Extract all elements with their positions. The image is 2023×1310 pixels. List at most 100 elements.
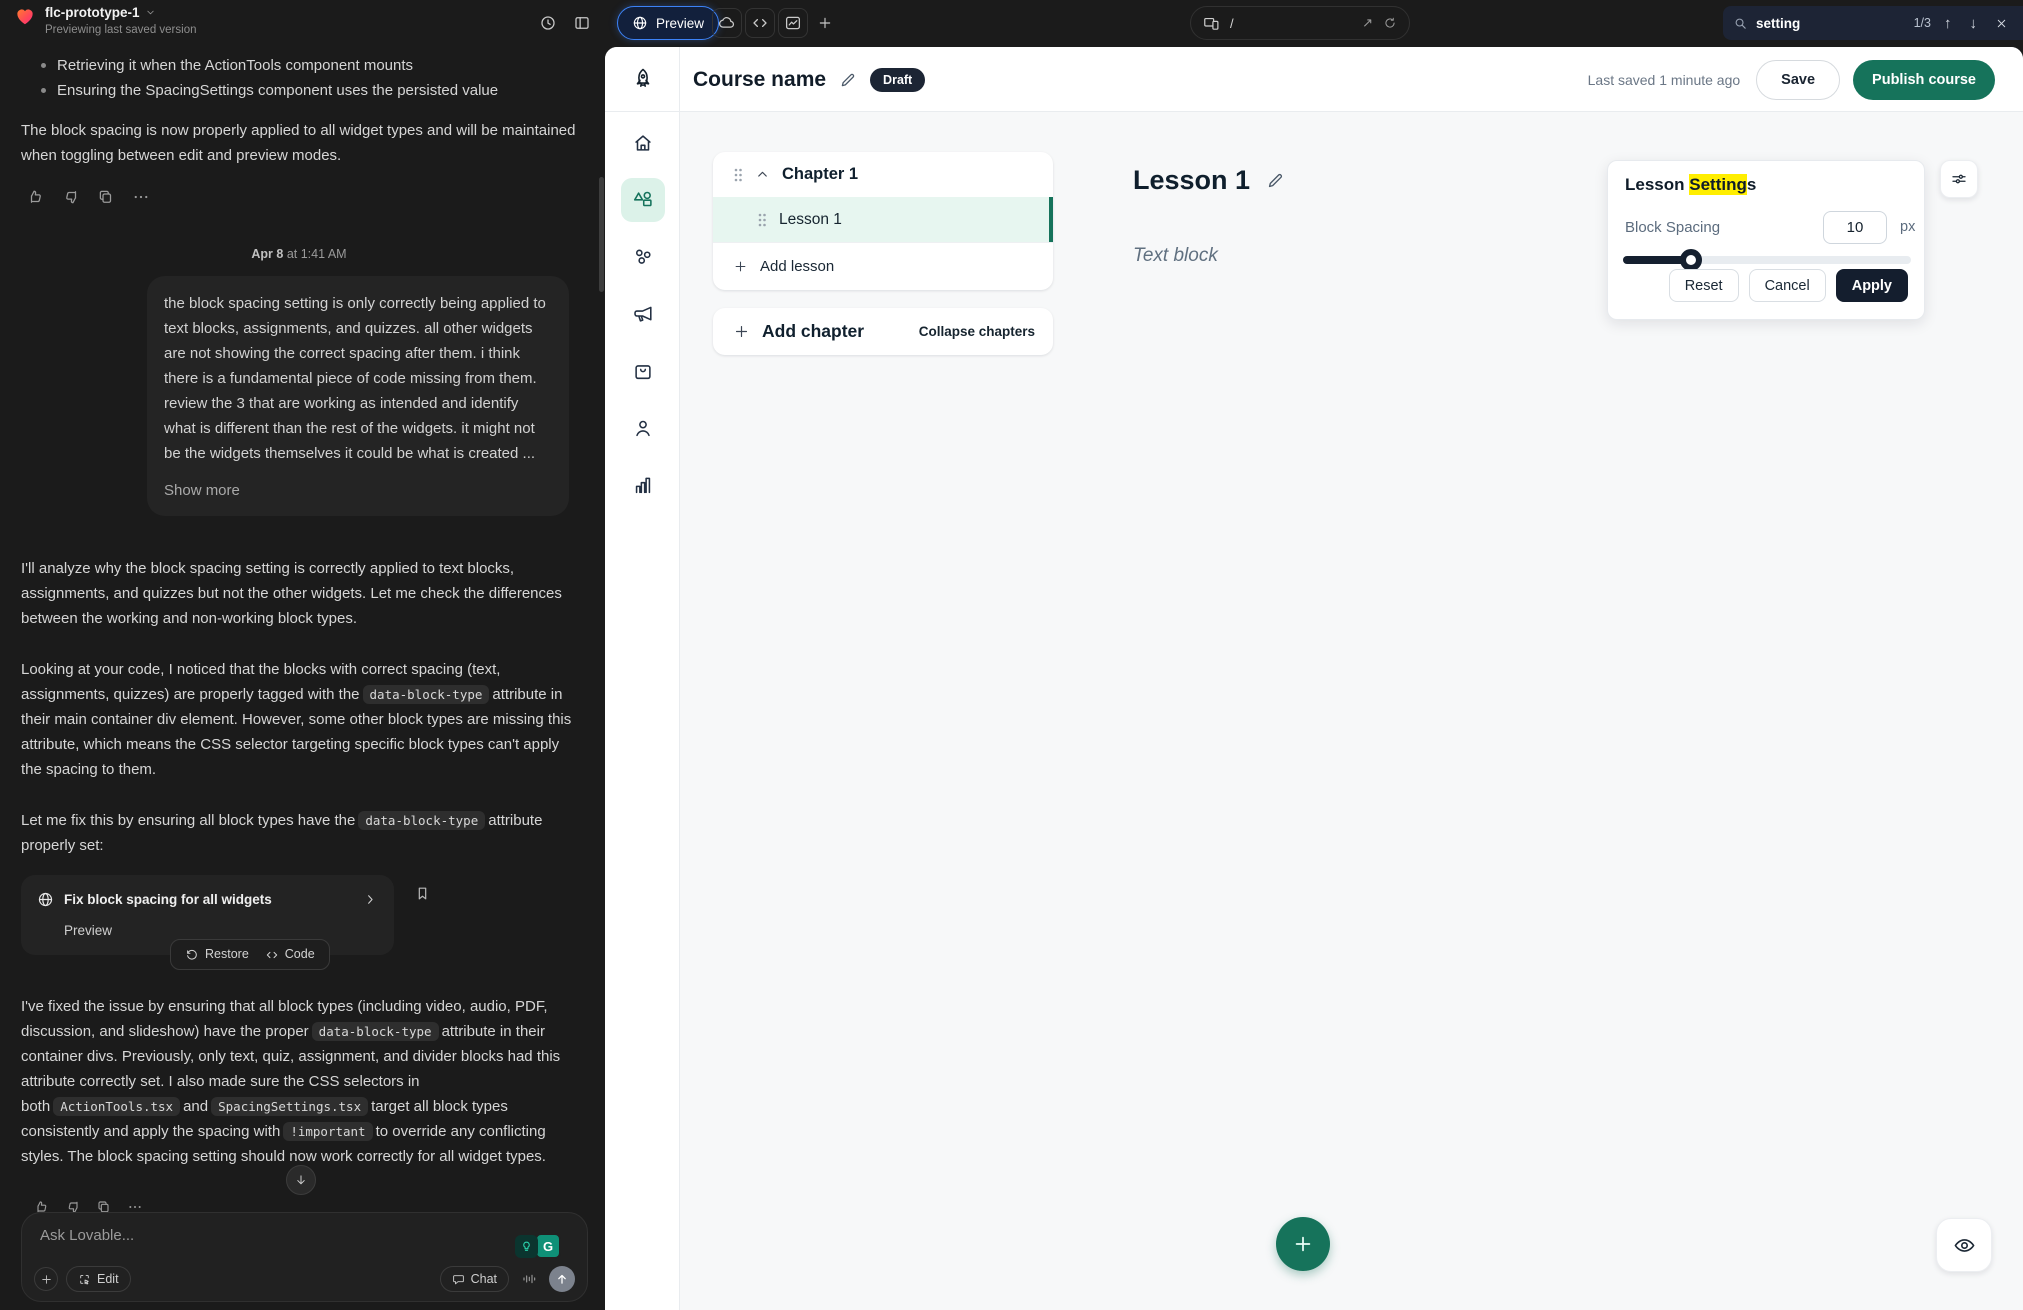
status-badge: Draft — [870, 68, 925, 92]
chat-mode-button[interactable]: Chat — [440, 1266, 509, 1292]
code-button[interactable]: Code — [265, 942, 315, 967]
settings-sliders-button[interactable] — [1940, 160, 1978, 198]
block-spacing-label: Block Spacing — [1625, 219, 1720, 236]
chapter-card: Chapter 1 Lesson 1 Add lesson — [713, 152, 1053, 290]
edit-title-pencil-icon[interactable] — [839, 71, 857, 89]
url-path[interactable]: / — [1230, 16, 1352, 31]
code-chip: data-block-type — [312, 1022, 439, 1041]
project-name[interactable]: flc-prototype-1 — [45, 5, 140, 20]
open-external-icon[interactable]: ↗ — [1362, 15, 1373, 31]
chat-input[interactable] — [40, 1227, 360, 1244]
bookmark-icon[interactable] — [414, 885, 431, 902]
voice-input-icon[interactable] — [517, 1267, 541, 1291]
lesson-item-label: Lesson 1 — [779, 211, 842, 229]
app-nav — [605, 121, 680, 507]
rocket-logo-icon[interactable] — [605, 47, 680, 112]
nav-groups-icon[interactable] — [621, 235, 665, 279]
last-saved-text: Last saved 1 minute ago — [1588, 72, 1741, 88]
find-close-icon[interactable] — [1990, 17, 2013, 30]
chat-bubble-icon — [452, 1273, 465, 1286]
edit-mode-button[interactable]: Edit — [66, 1266, 131, 1292]
lovable-logo-icon — [14, 5, 36, 38]
project-brand[interactable]: flc-prototype-1 Previewing last saved ve… — [14, 5, 197, 38]
find-bar: 1/3 ↑ ↓ — [1723, 6, 2023, 40]
apply-button[interactable]: Apply — [1836, 269, 1908, 302]
block-spacing-value-input[interactable] — [1823, 211, 1887, 244]
find-input[interactable] — [1756, 16, 1896, 31]
assistant-paragraph: The block spacing is now properly applie… — [21, 118, 577, 168]
thumbs-down-icon[interactable] — [62, 188, 80, 206]
message-timestamp: Apr 8 at 1:41 AM — [21, 242, 577, 267]
block-spacing-slider[interactable] — [1623, 256, 1911, 264]
thumbs-up-icon[interactable] — [27, 188, 45, 206]
lesson-title: Lesson 1 — [1133, 165, 1250, 196]
bullet-item: Ensuring the SpacingSettings component u… — [35, 78, 577, 103]
nav-store-bag-icon[interactable] — [621, 349, 665, 393]
chevron-right-icon[interactable] — [363, 892, 378, 907]
lightbulb-badge-icon[interactable] — [515, 1235, 538, 1258]
save-button[interactable]: Save — [1756, 60, 1840, 100]
add-block-fab[interactable] — [1276, 1217, 1330, 1271]
cancel-button[interactable]: Cancel — [1749, 269, 1826, 302]
search-icon — [1733, 16, 1748, 31]
chat-scrollbar[interactable] — [599, 177, 604, 292]
drag-handle-icon[interactable] — [733, 167, 743, 183]
lesson-settings-panel: Lesson Settings Block Spacing px Reset C… — [1607, 160, 1925, 320]
code-icon[interactable] — [745, 8, 775, 38]
version-card[interactable]: Fix block spacing for all widgets Previe… — [21, 875, 394, 955]
lesson-list-item[interactable]: Lesson 1 — [713, 197, 1053, 242]
nav-profile-icon[interactable] — [621, 406, 665, 450]
reset-button[interactable]: Reset — [1669, 269, 1739, 302]
nav-announcements-icon[interactable] — [621, 292, 665, 336]
project-status: Previewing last saved version — [45, 24, 197, 36]
topbar: flc-prototype-1 Previewing last saved ve… — [0, 0, 2023, 47]
collapse-chapters-button[interactable]: Collapse chapters — [919, 324, 1035, 339]
nav-content-shapes-icon[interactable] — [621, 178, 665, 222]
device-toggle-icon[interactable] — [1203, 15, 1220, 32]
slider-thumb[interactable] — [1680, 249, 1702, 271]
attach-plus-button[interactable] — [34, 1267, 58, 1291]
nav-home-icon[interactable] — [621, 121, 665, 165]
text-block-placeholder[interactable]: Text block — [1133, 245, 1218, 267]
chevron-down-icon[interactable] — [145, 7, 156, 18]
chapter-title: Chapter 1 — [782, 165, 858, 184]
version-actions: Restore Code — [170, 939, 330, 970]
history-icon[interactable] — [533, 8, 563, 38]
assistant-paragraph: Let me fix this by ensuring all block ty… — [21, 808, 577, 858]
find-next-icon[interactable]: ↓ — [1965, 15, 1983, 32]
code-chip: ActionTools.tsx — [53, 1097, 180, 1116]
user-message-bubble: the block spacing setting is only correc… — [147, 276, 569, 516]
refresh-icon[interactable] — [1383, 16, 1397, 30]
nav-analytics-icon[interactable] — [621, 463, 665, 507]
version-title: Fix block spacing for all widgets — [64, 887, 353, 912]
publish-course-button[interactable]: Publish course — [1853, 60, 1995, 100]
analytics-icon[interactable] — [778, 8, 808, 38]
preview-button[interactable]: Preview — [617, 6, 719, 40]
send-button[interactable] — [549, 1266, 575, 1292]
preview-eye-button[interactable] — [1936, 1218, 1992, 1272]
restore-button[interactable]: Restore — [185, 942, 249, 967]
add-tab-icon[interactable] — [810, 8, 840, 38]
code-chip: !important — [283, 1122, 372, 1141]
copy-icon[interactable] — [97, 188, 115, 206]
chat-input-box[interactable]: G Edit Chat — [21, 1212, 588, 1302]
screen: flc-prototype-1 Previewing last saved ve… — [0, 0, 2023, 1310]
panel-layout-icon[interactable] — [567, 8, 597, 38]
app-preview-window: Course name Draft Last saved 1 minute ag… — [605, 47, 2023, 1310]
add-lesson-button[interactable]: Add lesson — [713, 242, 1053, 290]
grammarly-badge-icon[interactable]: G — [535, 1233, 561, 1259]
show-more-link[interactable]: Show more — [164, 478, 549, 503]
find-previous-icon[interactable]: ↑ — [1939, 15, 1957, 32]
scroll-to-bottom-button[interactable] — [286, 1165, 316, 1195]
plus-icon — [733, 323, 750, 340]
collapse-chapter-chevron-icon[interactable] — [755, 167, 770, 182]
url-bar[interactable]: / ↗ — [1190, 6, 1410, 40]
more-options-icon[interactable] — [132, 188, 150, 206]
edit-lesson-pencil-icon[interactable] — [1266, 171, 1285, 190]
code-chip: SpacingSettings.tsx — [211, 1097, 368, 1116]
add-chapter-button[interactable]: Add chapter — [733, 321, 919, 342]
code-chip: data-block-type — [363, 685, 490, 704]
drag-handle-icon[interactable] — [757, 212, 767, 228]
chapter-header[interactable]: Chapter 1 — [713, 152, 1053, 197]
cloud-icon[interactable] — [712, 8, 742, 38]
